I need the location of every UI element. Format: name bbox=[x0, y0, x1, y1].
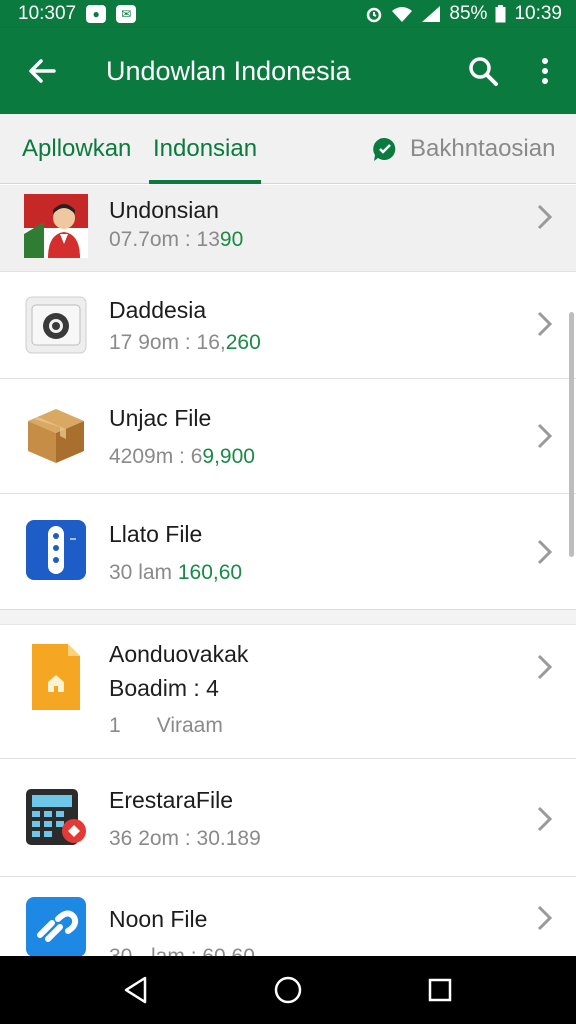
item-meta-highlight: 90 bbox=[219, 228, 244, 251]
item-name: Unjac File bbox=[109, 405, 212, 431]
list-item[interactable]: ErestaraFile 36 2om : 30.189 bbox=[0, 759, 576, 877]
active-tab-indicator bbox=[149, 180, 262, 184]
tab-label: Apllowkan bbox=[22, 135, 132, 162]
item-meta: 36 2om : 30.189 bbox=[109, 827, 261, 851]
search-icon bbox=[469, 57, 498, 86]
item-meta-highlight: 9,900 bbox=[202, 445, 255, 468]
item-meta: Boadim : 4 bbox=[109, 675, 219, 702]
scrollbar[interactable] bbox=[569, 312, 574, 557]
chevron-right-icon bbox=[537, 204, 553, 230]
tab-apllowkan[interactable]: Apllowkan bbox=[22, 114, 131, 184]
list-item[interactable]: Aonduovakak Boadim : 4 1 Viraam bbox=[0, 625, 576, 759]
nav-recents-button[interactable] bbox=[420, 970, 460, 1010]
item-meta: 30 lam 160,60 bbox=[109, 561, 242, 585]
tab-bakhntaosian[interactable]: Bakhntaosian bbox=[372, 114, 555, 184]
status-bar: 10:307 ● ✉ 85% 10:39 bbox=[0, 0, 576, 28]
camera-app-icon bbox=[25, 296, 87, 354]
status-time-left: 10:307 bbox=[18, 3, 77, 24]
item-sub-count: 1 bbox=[109, 714, 121, 737]
item-meta: 17 9om : 16,260 bbox=[109, 331, 261, 355]
nav-back-icon bbox=[124, 976, 147, 1004]
nav-recents-icon bbox=[428, 978, 452, 1002]
item-sub-label: Viraam bbox=[156, 714, 223, 737]
page-title: Undowlan Indonesia bbox=[106, 55, 351, 86]
chevron-right-icon bbox=[537, 423, 553, 449]
nav-home-button[interactable] bbox=[268, 970, 308, 1010]
document-home-icon bbox=[32, 644, 80, 710]
item-name: ErestaraFile bbox=[109, 787, 233, 813]
item-meta-main: Boadim : 4 bbox=[109, 675, 219, 701]
system-nav-bar bbox=[0, 956, 576, 1024]
chevron-right-icon bbox=[537, 539, 553, 565]
status-time-right: 10:39 bbox=[514, 3, 562, 24]
calculator-app-icon bbox=[26, 789, 86, 845]
battery-percent: 85% bbox=[449, 3, 488, 24]
link-app-icon bbox=[26, 897, 86, 957]
battery-icon bbox=[495, 5, 506, 23]
alarm-icon bbox=[367, 7, 382, 23]
remote-app-icon bbox=[26, 520, 86, 580]
list-item[interactable]: Llato File 30 lam 160,60 bbox=[0, 494, 576, 609]
list-item[interactable]: Unjac File 4209m : 69,900 bbox=[0, 379, 576, 494]
item-meta-main: 4209m : 6 bbox=[109, 445, 203, 468]
tab-label: Indonsian bbox=[153, 135, 258, 162]
item-name: Noon File bbox=[109, 906, 208, 932]
profile-photo-icon bbox=[24, 194, 88, 258]
notification-app-icon: ● bbox=[86, 5, 107, 23]
item-meta-main: 07.7om : 13 bbox=[109, 228, 220, 251]
chevron-right-icon bbox=[537, 905, 553, 931]
nav-home-icon bbox=[274, 976, 302, 1004]
tab-indonsian[interactable]: Indonsian bbox=[149, 114, 262, 184]
more-vert-icon bbox=[542, 58, 548, 84]
more-options-button[interactable] bbox=[514, 28, 576, 114]
search-button[interactable] bbox=[452, 28, 514, 114]
list-item[interactable]: Undonsian 07.7om : 1390 bbox=[0, 185, 576, 272]
chevron-right-icon bbox=[537, 806, 553, 832]
item-meta-main: 30 lam bbox=[109, 561, 178, 584]
section-divider bbox=[0, 609, 576, 625]
item-name: Llato File bbox=[109, 521, 203, 547]
item-meta: 07.7om : 1390 bbox=[109, 228, 243, 252]
item-name: Aonduovakak bbox=[109, 641, 249, 667]
item-meta: 4209m : 69,900 bbox=[109, 445, 255, 469]
chevron-right-icon bbox=[537, 654, 553, 680]
nav-back-button[interactable] bbox=[116, 970, 156, 1010]
back-button[interactable] bbox=[0, 28, 84, 114]
chat-bubble-icon bbox=[373, 137, 396, 161]
mail-notification-icon: ✉ bbox=[116, 5, 137, 23]
list-item[interactable]: Daddesia 17 9om : 16,260 bbox=[0, 272, 576, 379]
item-sub: 1 Viraam bbox=[109, 714, 223, 738]
list-item[interactable]: Noon File 30 · lam : 60.60 bbox=[0, 877, 576, 968]
back-arrow-icon bbox=[29, 59, 56, 83]
item-meta-highlight: 260 bbox=[225, 331, 261, 354]
tab-bar: Apllowkan Indonsian Bakhntaosian bbox=[0, 114, 576, 184]
item-meta-main: 17 9om : 16, bbox=[109, 331, 226, 354]
chevron-right-icon bbox=[537, 311, 553, 337]
wifi-icon bbox=[392, 7, 413, 22]
signal-icon bbox=[422, 6, 441, 22]
app-bar: Undowlan Indonesia bbox=[0, 28, 576, 114]
tab-label: Bakhntaosian bbox=[410, 135, 556, 162]
item-name: Undonsian bbox=[109, 197, 219, 223]
package-box-icon bbox=[28, 409, 84, 463]
item-meta-highlight: 160,60 bbox=[177, 561, 243, 584]
item-meta-main: 36 2om : 30.189 bbox=[109, 827, 261, 850]
item-name: Daddesia bbox=[109, 297, 207, 323]
